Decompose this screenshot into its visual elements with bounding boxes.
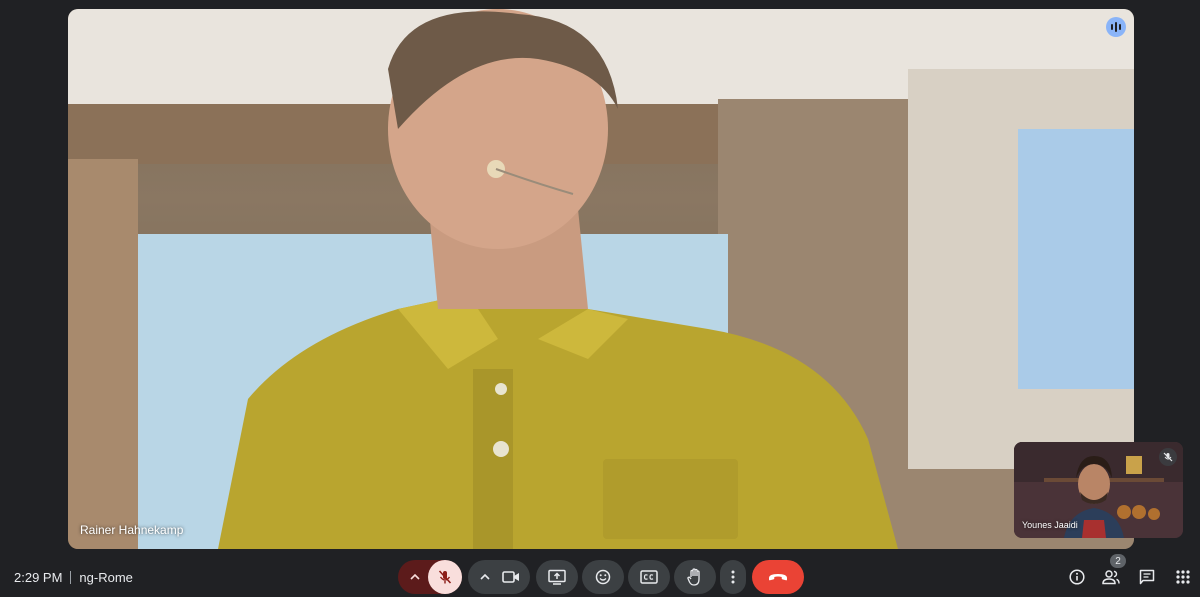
camera-toggle-button[interactable] (496, 560, 526, 594)
captions-button[interactable] (628, 560, 670, 594)
camera-control-group (468, 560, 530, 594)
present-button[interactable] (536, 560, 578, 594)
mic-off-icon (1163, 452, 1173, 462)
meeting-details-button[interactable] (1060, 560, 1094, 594)
clock-time: 2:29 PM (14, 569, 63, 585)
mic-toggle-button[interactable] (428, 560, 462, 594)
mic-control-group (398, 560, 462, 594)
video-options-button[interactable] (476, 560, 494, 594)
mic-off-icon (438, 570, 452, 584)
raise-hand-button[interactable] (674, 560, 716, 594)
hand-icon (687, 568, 700, 586)
reactions-button[interactable] (582, 560, 624, 594)
self-mic-muted-indicator (1159, 448, 1177, 466)
more-vert-icon (731, 570, 735, 584)
self-name-label: Younes Jaaidi (1022, 520, 1078, 530)
call-end-icon (769, 574, 787, 581)
chat-button[interactable] (1130, 560, 1164, 594)
main-video-tile[interactable]: Rainer Hahnekamp (68, 9, 1134, 549)
emoji-icon (595, 569, 611, 585)
audio-level-icon (1111, 22, 1121, 32)
chevron-up-icon (480, 574, 490, 580)
participant-count-badge: 2 (1110, 554, 1126, 568)
videocam-icon (502, 571, 519, 583)
chevron-up-icon (410, 574, 420, 580)
audio-options-button[interactable] (406, 560, 424, 594)
speaker-video-frame (68, 9, 1134, 549)
speaker-name-label: Rainer Hahnekamp (80, 523, 184, 537)
more-options-button[interactable] (720, 560, 746, 594)
people-icon (1102, 570, 1120, 585)
self-view-tile[interactable]: Younes Jaaidi (1014, 442, 1183, 538)
activities-button[interactable] (1166, 560, 1200, 594)
meeting-info: 2:29 PM ng-Rome (14, 569, 133, 585)
present-screen-icon (548, 569, 566, 585)
info-icon (1069, 569, 1085, 585)
apps-grid-icon (1176, 570, 1190, 584)
divider (70, 570, 72, 584)
leave-call-button[interactable] (752, 560, 804, 594)
chat-icon (1139, 569, 1155, 585)
speaking-indicator (1106, 17, 1126, 37)
meeting-name: ng-Rome (79, 569, 133, 585)
closed-captions-icon (640, 570, 658, 584)
